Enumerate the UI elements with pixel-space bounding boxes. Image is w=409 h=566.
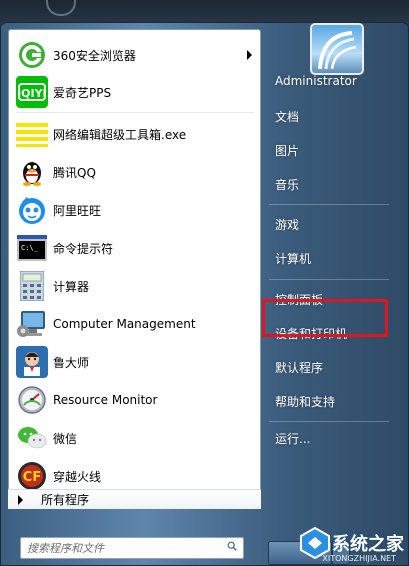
menu-item-help-support[interactable]: 帮助和支持 <box>269 388 399 414</box>
qq-icon <box>16 156 48 188</box>
watermark-url: XITONGZHIJIA.NET <box>322 554 396 563</box>
wechat-icon <box>16 422 48 454</box>
desktop-shortcut-icon[interactable] <box>46 0 76 16</box>
program-label: 360安全浏览器 <box>53 48 136 63</box>
program-label: 阿里旺旺 <box>53 203 102 218</box>
program-label: Resource Monitor <box>53 393 158 407</box>
separator <box>269 204 389 205</box>
programs-pane: 360安全浏览器 iQIYI 爱奇艺PPS 网络编辑超级工具箱.exe 腾讯QQ <box>8 29 261 507</box>
menu-item-label: 图片 <box>275 143 300 158</box>
menu-item-run[interactable]: 运行... <box>269 425 399 451</box>
all-programs-label: 所有程序 <box>41 493 90 507</box>
iqiyi-icon: iQIYI <box>16 76 48 108</box>
menu-item-label: 默认程序 <box>275 360 324 375</box>
computer-management-icon <box>16 308 48 340</box>
program-item-cmd[interactable]: C:\_ 命令提示符 <box>13 230 256 266</box>
expand-arrow-icon <box>18 494 23 505</box>
program-item-resource-monitor[interactable]: Resource Monitor <box>13 382 256 418</box>
program-label: 腾讯QQ <box>53 165 96 180</box>
program-item-editor-toolbox[interactable]: 网络编辑超级工具箱.exe <box>13 116 256 152</box>
editor-toolbox-icon <box>16 118 48 150</box>
program-label: 穿越火线 <box>53 469 102 484</box>
program-item-iqiyi[interactable]: iQIYI 爱奇艺PPS <box>13 74 256 110</box>
search-box[interactable] <box>20 537 244 559</box>
program-item-ludashi[interactable]: 鲁大师 <box>13 344 256 380</box>
menu-item-label: 计算机 <box>275 251 312 266</box>
program-label: 计算器 <box>53 279 90 294</box>
menu-item-documents[interactable]: 文档 <box>269 103 399 129</box>
search-icon[interactable] <box>227 541 237 551</box>
program-item-calculator[interactable]: 计算器 <box>13 268 256 304</box>
separator <box>269 421 389 422</box>
control-panel-highlight <box>262 299 388 337</box>
all-programs-button[interactable]: 所有程序 <box>8 489 261 509</box>
menu-item-label: 音乐 <box>275 177 300 192</box>
resource-monitor-icon <box>16 384 48 416</box>
cmd-icon: C:\_ <box>16 232 48 264</box>
menu-item-label: 文档 <box>275 109 300 124</box>
menu-item-games[interactable]: 游戏 <box>269 211 399 237</box>
menu-item-label: 运行... <box>275 431 311 446</box>
user-name-link[interactable]: Administrator <box>269 68 399 94</box>
separator <box>269 279 389 280</box>
separator <box>17 112 254 113</box>
menu-item-pictures[interactable]: 图片 <box>269 137 399 163</box>
menu-item-music[interactable]: 音乐 <box>269 171 399 197</box>
program-item-360-browser[interactable]: 360安全浏览器 <box>13 37 256 73</box>
svg-text:iQIYI: iQIYI <box>18 87 46 100</box>
program-label: Computer Management <box>53 317 196 331</box>
menu-item-computer[interactable]: 计算机 <box>269 245 399 271</box>
menu-item-default-programs[interactable]: 默认程序 <box>269 354 399 380</box>
start-menu: 360安全浏览器 iQIYI 爱奇艺PPS 网络编辑超级工具箱.exe 腾讯QQ <box>0 22 409 566</box>
program-item-aliwangwang[interactable]: 阿里旺旺 <box>13 192 256 228</box>
program-label: 命令提示符 <box>53 241 114 256</box>
svg-text:CF: CF <box>23 470 41 485</box>
crossfire-icon: CF <box>16 460 48 492</box>
browser-360-icon <box>16 39 48 71</box>
program-item-computer-management[interactable]: Computer Management <box>13 306 256 342</box>
program-label: 爱奇艺PPS <box>53 85 112 100</box>
program-label: 微信 <box>53 431 78 446</box>
aliwangwang-icon <box>16 194 48 226</box>
submenu-arrow-icon <box>247 50 252 60</box>
menu-item-label: 帮助和支持 <box>275 394 336 409</box>
calculator-icon <box>16 270 48 302</box>
watermark-text: 系统之家 <box>332 534 404 555</box>
ludashi-icon <box>16 346 48 378</box>
program-label: 网络编辑超级工具箱.exe <box>53 127 187 142</box>
user-name-label: Administrator <box>275 74 357 88</box>
program-label: 鲁大师 <box>53 355 90 370</box>
program-item-wechat[interactable]: 微信 <box>13 420 256 456</box>
menu-item-label: 游戏 <box>275 217 300 232</box>
watermark: 系统之家 XITONGZHIJIA.NET <box>244 523 404 563</box>
search-input[interactable] <box>21 538 217 558</box>
svg-text:C:\_: C:\_ <box>21 244 39 252</box>
program-item-qq[interactable]: 腾讯QQ <box>13 154 256 190</box>
